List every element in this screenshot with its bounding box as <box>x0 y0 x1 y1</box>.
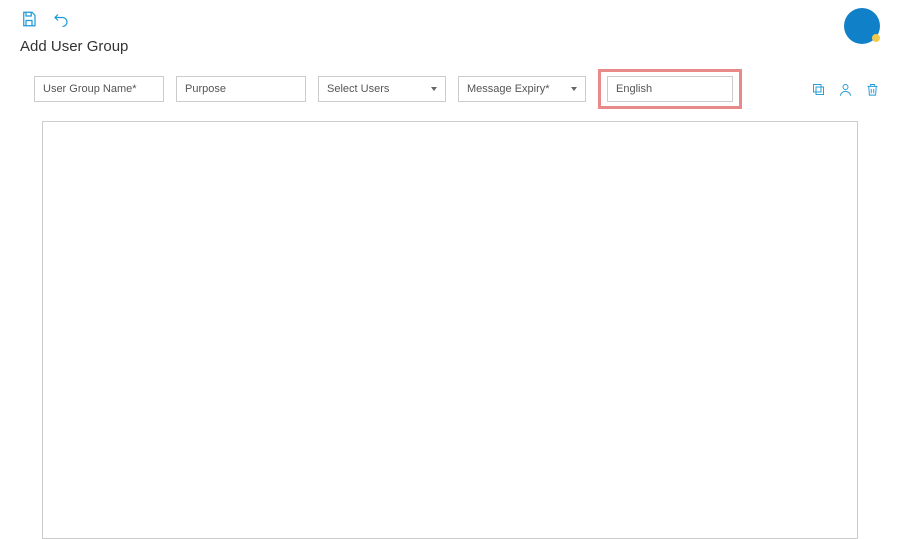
row-action-icons <box>811 82 880 97</box>
content-area[interactable] <box>42 121 858 539</box>
chevron-down-icon <box>431 87 437 91</box>
dropdown-value: English <box>616 83 652 95</box>
dropdown-label: Message Expiry* <box>467 83 550 95</box>
person-icon[interactable] <box>838 82 853 97</box>
language-dropdown[interactable]: English <box>607 76 733 102</box>
avatar[interactable] <box>844 8 880 44</box>
dropdown-label: Select Users <box>327 83 389 95</box>
trash-icon[interactable] <box>865 82 880 97</box>
chevron-down-icon <box>571 87 577 91</box>
placeholder-text: Purpose <box>185 83 226 95</box>
user-group-name-input[interactable]: User Group Name* <box>34 76 164 102</box>
form-row: User Group Name* Purpose Select Users Me… <box>0 69 900 121</box>
copy-icon[interactable] <box>811 82 826 97</box>
highlighted-language-field: English <box>598 69 742 109</box>
save-icon[interactable] <box>20 10 38 28</box>
top-toolbar <box>0 0 900 32</box>
message-expiry-dropdown[interactable]: Message Expiry* <box>458 76 586 102</box>
placeholder-text: User Group Name* <box>43 83 137 95</box>
select-users-dropdown[interactable]: Select Users <box>318 76 446 102</box>
undo-icon[interactable] <box>52 10 70 28</box>
purpose-input[interactable]: Purpose <box>176 76 306 102</box>
page-title: Add User Group <box>0 32 900 69</box>
